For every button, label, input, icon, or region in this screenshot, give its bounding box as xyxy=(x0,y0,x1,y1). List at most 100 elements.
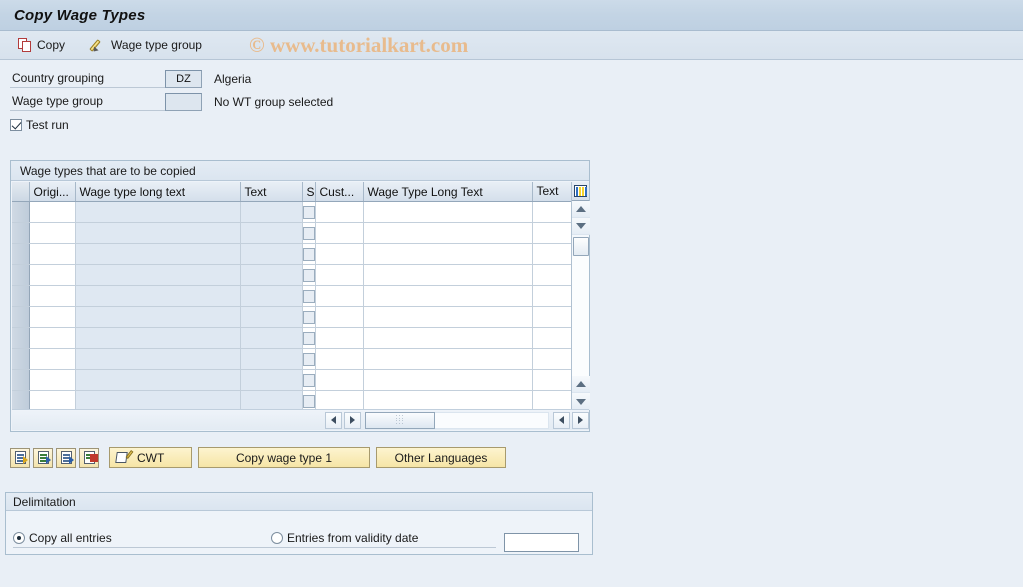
row-selector-cell[interactable] xyxy=(12,201,30,223)
test-run-row[interactable]: Test run xyxy=(10,115,1023,135)
editable-cell[interactable] xyxy=(363,348,533,370)
editable-cell[interactable] xyxy=(532,264,571,286)
table-row[interactable] xyxy=(12,369,571,391)
row-selector-cell[interactable] xyxy=(12,243,30,265)
editable-cell[interactable] xyxy=(315,264,364,286)
editable-cell[interactable] xyxy=(315,306,364,328)
editable-cell[interactable] xyxy=(315,390,364,410)
copy-list-icon-button[interactable] xyxy=(33,447,53,468)
entries-from-validity-date-radio[interactable] xyxy=(271,532,283,544)
row-checkbox-cell[interactable] xyxy=(302,222,316,244)
scroll-page-down-button[interactable] xyxy=(572,393,590,410)
column-header-customer-wage-type-long-text[interactable]: Wage Type Long Text xyxy=(363,182,533,202)
column-header-row-selector[interactable] xyxy=(12,182,30,202)
row-selector-cell[interactable] xyxy=(12,327,30,349)
row-checkbox[interactable] xyxy=(302,311,314,325)
editable-cell[interactable] xyxy=(315,222,364,244)
row-checkbox-cell[interactable] xyxy=(302,264,316,286)
row-checkbox[interactable] xyxy=(302,353,314,367)
table-row[interactable] xyxy=(12,201,571,223)
editable-cell[interactable] xyxy=(29,369,76,391)
table-row[interactable] xyxy=(12,222,571,244)
copy-all-entries-option[interactable]: Copy all entries xyxy=(13,531,271,548)
editable-cell[interactable] xyxy=(315,369,364,391)
editable-cell[interactable] xyxy=(29,264,76,286)
editable-cell[interactable] xyxy=(532,348,571,370)
row-checkbox[interactable] xyxy=(302,206,314,220)
editable-cell[interactable] xyxy=(363,264,533,286)
editable-cell[interactable] xyxy=(532,243,571,265)
table-row[interactable] xyxy=(12,327,571,349)
table-row[interactable] xyxy=(12,264,571,286)
editable-cell[interactable] xyxy=(29,201,76,223)
editable-cell[interactable] xyxy=(29,327,76,349)
copy-button[interactable]: Copy xyxy=(10,35,73,56)
editable-cell[interactable] xyxy=(315,348,364,370)
editable-cell[interactable] xyxy=(363,390,533,410)
editable-cell[interactable] xyxy=(532,306,571,328)
scroll-right-button[interactable] xyxy=(344,411,361,429)
editable-cell[interactable] xyxy=(315,327,364,349)
validity-date-input[interactable] xyxy=(504,533,579,552)
editable-cell[interactable] xyxy=(29,285,76,307)
row-checkbox-cell[interactable] xyxy=(302,201,316,223)
row-checkbox-cell[interactable] xyxy=(302,306,316,328)
editable-cell[interactable] xyxy=(532,222,571,244)
row-selector-cell[interactable] xyxy=(12,306,30,328)
scroll-last-column-button[interactable] xyxy=(572,411,589,429)
scroll-down-button[interactable] xyxy=(572,218,590,235)
editable-cell[interactable] xyxy=(363,306,533,328)
detail-list-icon-button[interactable] xyxy=(56,447,76,468)
other-languages-button[interactable]: Other Languages xyxy=(376,447,506,468)
editable-cell[interactable] xyxy=(363,201,533,223)
editable-cell[interactable] xyxy=(363,327,533,349)
editable-cell[interactable] xyxy=(532,369,571,391)
row-checkbox-cell[interactable] xyxy=(302,285,316,307)
scroll-first-column-button[interactable] xyxy=(553,411,570,429)
grid-settings-button[interactable] xyxy=(572,182,589,201)
editable-cell[interactable] xyxy=(363,222,533,244)
table-row[interactable] xyxy=(12,348,571,370)
row-checkbox-cell[interactable] xyxy=(302,390,316,410)
entries-from-validity-date-option[interactable]: Entries from validity date xyxy=(271,531,496,548)
table-row[interactable] xyxy=(12,390,571,410)
row-checkbox-cell[interactable] xyxy=(302,327,316,349)
column-header-original-wage-type[interactable]: Origi... xyxy=(29,182,76,202)
copy-wage-type-button[interactable]: Copy wage type 1 xyxy=(198,447,370,468)
row-checkbox-cell[interactable] xyxy=(302,369,316,391)
column-header-customer-wage-type[interactable]: Cust... xyxy=(315,182,364,202)
vertical-scroll-track[interactable] xyxy=(572,256,589,376)
test-run-checkbox[interactable] xyxy=(10,119,22,131)
editable-cell[interactable] xyxy=(532,327,571,349)
copy-all-entries-radio[interactable] xyxy=(13,532,25,544)
row-selector-cell[interactable] xyxy=(12,222,30,244)
editable-cell[interactable] xyxy=(532,201,571,223)
editable-cell[interactable] xyxy=(363,285,533,307)
editable-cell[interactable] xyxy=(363,369,533,391)
row-checkbox[interactable] xyxy=(302,248,314,262)
row-selector-cell[interactable] xyxy=(12,390,30,410)
editable-cell[interactable] xyxy=(29,306,76,328)
editable-cell[interactable] xyxy=(363,243,533,265)
scroll-left-button[interactable] xyxy=(325,411,342,429)
cwt-button[interactable]: CWT xyxy=(109,447,192,468)
row-checkbox[interactable] xyxy=(302,269,314,283)
grid-vertical-scrollbar[interactable] xyxy=(571,182,590,410)
editable-cell[interactable] xyxy=(29,222,76,244)
row-checkbox[interactable] xyxy=(302,227,314,241)
wage-type-group-input[interactable] xyxy=(165,92,202,111)
row-checkbox[interactable] xyxy=(302,290,314,304)
column-header-s[interactable]: S xyxy=(302,182,316,202)
horizontal-scroll-thumb[interactable]: :::::: xyxy=(365,411,435,429)
editable-cell[interactable] xyxy=(29,243,76,265)
wage-type-group-button[interactable]: Wage type group xyxy=(83,35,210,56)
row-checkbox-cell[interactable] xyxy=(302,348,316,370)
grid-horizontal-scrollbar[interactable]: :::::: xyxy=(12,409,589,430)
vertical-scroll-thumb[interactable] xyxy=(572,237,589,256)
scroll-page-up-button[interactable] xyxy=(572,376,590,393)
table-row[interactable] xyxy=(12,285,571,307)
select-all-entries-icon-button[interactable] xyxy=(10,447,30,468)
editable-cell[interactable] xyxy=(29,390,76,410)
row-selector-cell[interactable] xyxy=(12,285,30,307)
editable-cell[interactable] xyxy=(315,285,364,307)
